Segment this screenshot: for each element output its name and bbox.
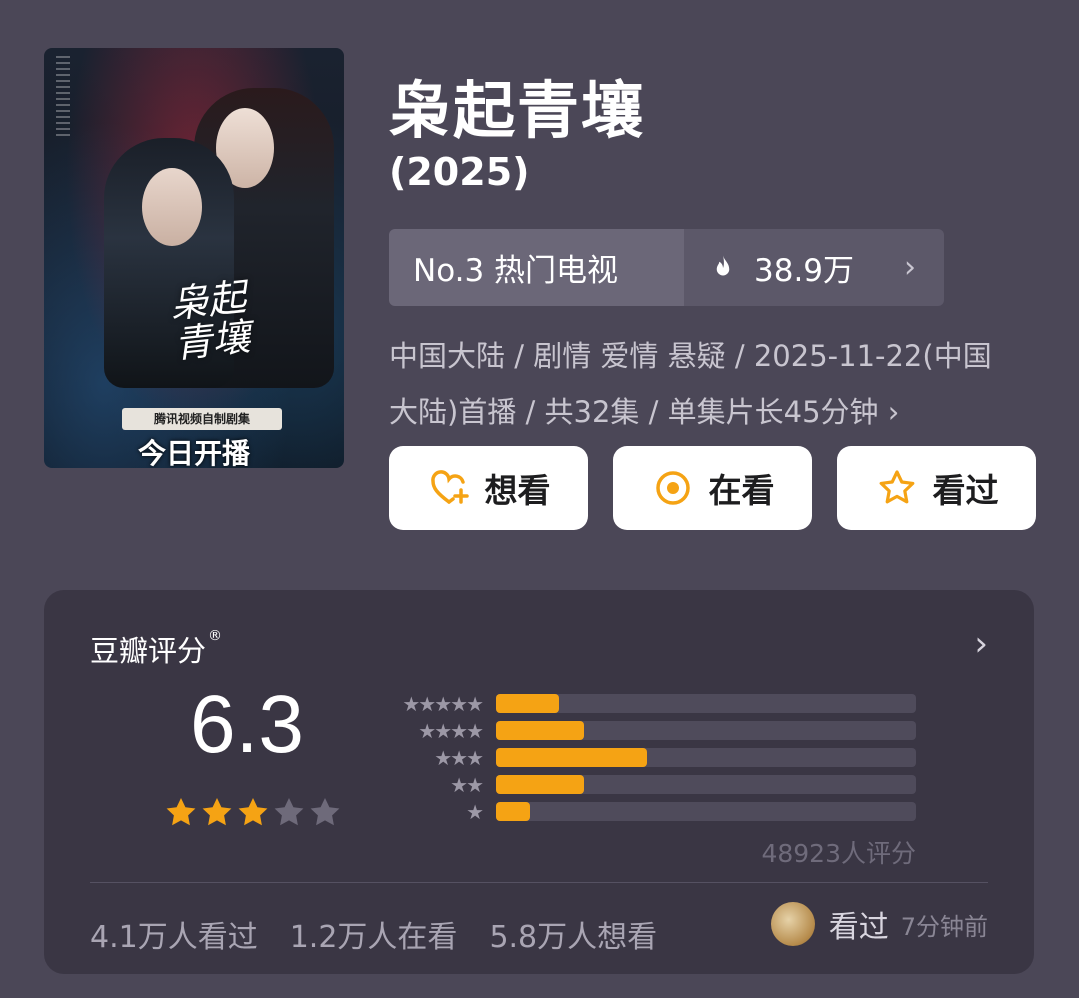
- distribution-row-1: ★: [374, 798, 916, 825]
- rating-title: 豆瓣评分 ®: [90, 628, 222, 670]
- distribution-bar-3: [496, 748, 648, 767]
- want-to-watch-label: 想看: [484, 471, 551, 510]
- flame-icon: [716, 255, 730, 275]
- registered-mark: ®: [208, 628, 223, 644]
- rating-title-text: 豆瓣评分: [90, 634, 207, 668]
- avatar[interactable]: [770, 902, 815, 946]
- distribution-row-2: ★★: [374, 771, 916, 798]
- distribution-row-4: ★★★★: [374, 717, 916, 744]
- poster-calligraphy-title: 枭起青壤: [167, 274, 253, 367]
- watching-button[interactable]: 在看: [613, 446, 812, 530]
- heat-value: 38.9万: [754, 253, 855, 289]
- my-status-label: 看过: [828, 910, 889, 945]
- target-icon: [655, 471, 690, 505]
- rank-box[interactable]: No.3 热门电视 38.9万 ›: [389, 229, 944, 306]
- movie-detail-page: 枭起青壤 腾讯视频自制剧集 今日开播 枭起青壤 (2025) No.3 热门电视…: [0, 0, 1079, 998]
- distribution-track: [496, 721, 916, 740]
- distribution-track: [496, 775, 916, 794]
- release-year: (2025): [389, 150, 530, 194]
- poster-credits: [56, 56, 70, 136]
- watched-label: 看过: [932, 471, 999, 510]
- watched-count: 4.1万人看过: [90, 920, 258, 955]
- my-status[interactable]: 看过 7分钟前: [770, 902, 988, 946]
- distribution-stars-3: ★★★: [434, 745, 484, 770]
- distribution-stars-1: ★: [466, 799, 484, 824]
- distribution-stars-5: ★★★★★: [402, 691, 484, 716]
- heat-section[interactable]: 38.9万 ›: [684, 229, 944, 306]
- want-to-watch-button[interactable]: 想看: [389, 446, 588, 530]
- meta-info[interactable]: 中国大陆 / 剧情 爱情 悬疑 / 2025-11-22(中国大陆)首播 / 共…: [389, 328, 1019, 440]
- star-filled-icon: [202, 798, 232, 826]
- heart-plus-icon: [430, 470, 469, 504]
- distribution-stars-4: ★★★★: [418, 718, 484, 743]
- distribution-bar-2: [496, 775, 585, 794]
- rating-stars: [164, 796, 342, 830]
- chevron-right-icon: ›: [904, 250, 916, 285]
- rating-score: 6.3: [190, 679, 304, 770]
- my-status-time: 7分钟前: [900, 912, 988, 941]
- distribution-bar-4: [496, 721, 585, 740]
- rating-count: 48923人评分: [761, 839, 916, 868]
- distribution-stars-2: ★★: [450, 772, 484, 797]
- distribution-row-5: ★★★★★: [374, 690, 916, 717]
- poster-tag: 腾讯视频自制剧集: [122, 408, 282, 430]
- star-outline-icon: [879, 470, 914, 504]
- distribution-track: [496, 748, 916, 767]
- star-filled-icon: [166, 798, 196, 826]
- rating-distribution: ★★★★★ ★★★★ ★★★ ★★ ★: [374, 690, 916, 825]
- star-empty-icon: [274, 798, 304, 826]
- star-empty-icon: [310, 798, 340, 826]
- distribution-bar-1: [496, 802, 530, 821]
- poster-image[interactable]: 枭起青壤 腾讯视频自制剧集 今日开播: [44, 48, 344, 468]
- meta-text: 中国大陆 / 剧情 爱情 悬疑 / 2025-11-22(中国大陆)首播 / 共…: [389, 339, 992, 429]
- action-bar: 想看 在看 看过: [389, 446, 1036, 530]
- douban-rating-card[interactable]: 豆瓣评分 ® › 6.3 ★★★★★ ★★★★ ★★★ ★★ ★ 48923人评分 4.1…: [44, 590, 1034, 974]
- chevron-right-icon[interactable]: ›: [974, 624, 988, 664]
- star-filled-icon: [238, 798, 268, 826]
- chevron-right-icon: ›: [887, 395, 900, 429]
- watching-count: 1.2万人在看: [289, 920, 458, 955]
- want-count: 5.8万人想看: [489, 920, 658, 955]
- distribution-track: [496, 802, 916, 821]
- distribution-row-3: ★★★: [374, 744, 916, 771]
- distribution-bar-5: [496, 694, 559, 713]
- audience-stats: 4.1万人看过 1.2万人在看 5.8万人想看: [90, 912, 657, 956]
- page-title: 枭起青壤: [389, 74, 646, 147]
- poster-premiere: 今日开播: [137, 437, 250, 468]
- rank-label: No.3 热门电视: [389, 229, 684, 306]
- divider: [90, 882, 988, 883]
- poster-face-female: [142, 168, 202, 246]
- watched-button[interactable]: 看过: [837, 446, 1036, 530]
- distribution-track: [496, 694, 916, 713]
- watching-label: 在看: [708, 471, 775, 510]
